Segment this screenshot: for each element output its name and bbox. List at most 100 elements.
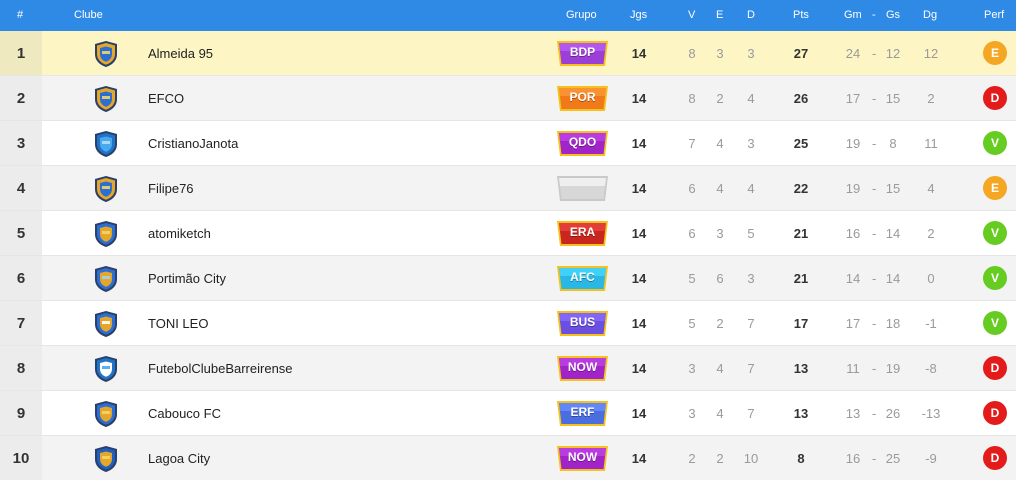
wins: 5 (688, 316, 696, 331)
header-form[interactable]: Perf (984, 9, 1004, 21)
form-badge: D (983, 86, 1007, 110)
games-played: 14 (631, 451, 647, 466)
group-code: NOW (567, 450, 598, 464)
rank-cell: 4 (0, 166, 42, 210)
goals-for: 13 (845, 406, 861, 421)
table-row[interactable]: 3 CristianoJanota QDO 14 7 4 3 25 19 - 8… (0, 121, 1016, 166)
header-goals-against[interactable]: Gs (886, 9, 900, 21)
draws: 3 (716, 226, 724, 241)
goal-difference: 11 (924, 136, 938, 151)
form-badge: D (983, 356, 1007, 380)
draws: 6 (716, 271, 724, 286)
header-points[interactable]: Pts (793, 9, 809, 21)
table-row[interactable]: 8 FutebolClubeBarreirense NOW 14 3 4 7 1… (0, 346, 1016, 391)
rank-cell: 10 (0, 436, 42, 480)
table-row[interactable]: 2 EFCO POR 14 8 2 4 26 17 - 15 2 D (0, 76, 1016, 121)
group-code: BDP (569, 45, 596, 59)
group-badge[interactable]: ERA (556, 219, 609, 248)
header-draws[interactable]: E (716, 9, 723, 21)
draws: 4 (716, 136, 724, 151)
group-badge[interactable]: NOW (556, 444, 609, 473)
header-games[interactable]: Jgs (630, 9, 647, 21)
goal-difference: 4 (927, 181, 935, 196)
draws: 2 (716, 91, 724, 106)
club-name[interactable]: TONI LEO (148, 316, 208, 331)
points: 27 (793, 46, 809, 61)
games-played: 14 (631, 91, 647, 106)
goals-separator: - (872, 226, 877, 241)
header-goals-for[interactable]: Gm (844, 9, 862, 21)
table-row[interactable]: 1 Almeida 95 BDP 14 8 3 3 27 24 - 12 12 … (0, 31, 1016, 76)
games-played: 14 (631, 136, 647, 151)
group-badge[interactable] (556, 174, 609, 203)
header-goal-diff[interactable]: Dg (923, 9, 937, 21)
goals-for: 16 (845, 226, 861, 241)
form-badge: D (983, 401, 1007, 425)
goal-difference: -9 (925, 451, 937, 466)
losses: 3 (747, 46, 755, 61)
header-separator: - (872, 9, 876, 21)
header-wins[interactable]: V (688, 9, 695, 21)
games-played: 14 (631, 226, 647, 241)
games-played: 14 (631, 316, 647, 331)
club-name[interactable]: atomiketch (148, 226, 211, 241)
club-name[interactable]: Almeida 95 (148, 46, 213, 61)
losses: 3 (747, 136, 755, 151)
club-name[interactable]: CristianoJanota (148, 136, 238, 151)
goal-difference: -8 (925, 361, 937, 376)
draws: 2 (716, 316, 724, 331)
header-group[interactable]: Grupo (566, 9, 597, 21)
group-badge[interactable]: POR (556, 84, 609, 113)
club-name[interactable]: Filipe76 (148, 181, 194, 196)
goals-for: 17 (845, 91, 861, 106)
rank: 4 (16, 179, 26, 197)
table-row[interactable]: 4 Filipe76 14 6 4 4 22 19 - 15 4 E (0, 166, 1016, 211)
games-played: 14 (631, 361, 647, 376)
losses: 4 (747, 91, 755, 106)
points: 22 (793, 181, 809, 196)
wins: 5 (688, 271, 696, 286)
table-row[interactable]: 10 Lagoa City NOW 14 2 2 10 8 16 - 25 -9… (0, 436, 1016, 480)
goal-difference: -1 (925, 316, 937, 331)
games-played: 14 (631, 406, 647, 421)
points: 21 (793, 271, 809, 286)
rank: 7 (16, 314, 26, 332)
group-badge[interactable]: BUS (556, 309, 609, 338)
points: 17 (793, 316, 809, 331)
group-badge[interactable]: QDO (556, 129, 609, 158)
table-header: # Clube Grupo Jgs V E D Pts Gm - Gs Dg P… (0, 0, 1016, 31)
goals-for: 19 (845, 136, 861, 151)
goals-separator: - (872, 46, 877, 61)
club-name[interactable]: Cabouco FC (148, 406, 221, 421)
table-row[interactable]: 7 TONI LEO BUS 14 5 2 7 17 17 - 18 -1 V (0, 301, 1016, 346)
shield-crest-icon (95, 311, 117, 337)
header-losses[interactable]: D (747, 9, 755, 21)
header-club[interactable]: Clube (74, 9, 103, 21)
shield-crest-icon (95, 401, 117, 427)
group-badge[interactable]: ERF (556, 399, 609, 428)
goals-against: 26 (885, 406, 901, 421)
wins: 8 (688, 46, 696, 61)
club-name[interactable]: Portimão City (148, 271, 226, 286)
club-name[interactable]: Lagoa City (148, 451, 210, 466)
group-badge[interactable]: AFC (556, 264, 609, 293)
shield-crest-icon (95, 446, 117, 472)
group-badge[interactable]: BDP (556, 39, 609, 68)
goals-separator: - (872, 91, 877, 106)
rank-cell: 8 (0, 346, 42, 390)
rank: 5 (16, 224, 26, 242)
form-badge: D (983, 446, 1007, 470)
shield-crest-icon (95, 266, 117, 292)
goals-separator: - (872, 451, 877, 466)
wins: 3 (688, 406, 696, 421)
points: 25 (793, 136, 809, 151)
goals-for: 19 (845, 181, 861, 196)
table-row[interactable]: 5 atomiketch ERA 14 6 3 5 21 16 - 14 2 V (0, 211, 1016, 256)
group-badge[interactable]: NOW (556, 354, 609, 383)
table-row[interactable]: 9 Cabouco FC ERF 14 3 4 7 13 13 - 26 -13… (0, 391, 1016, 436)
club-name[interactable]: EFCO (148, 91, 184, 106)
table-row[interactable]: 6 Portimão City AFC 14 5 6 3 21 14 - 14 … (0, 256, 1016, 301)
points: 26 (793, 91, 809, 106)
goals-separator: - (872, 181, 877, 196)
club-name[interactable]: FutebolClubeBarreirense (148, 361, 293, 376)
